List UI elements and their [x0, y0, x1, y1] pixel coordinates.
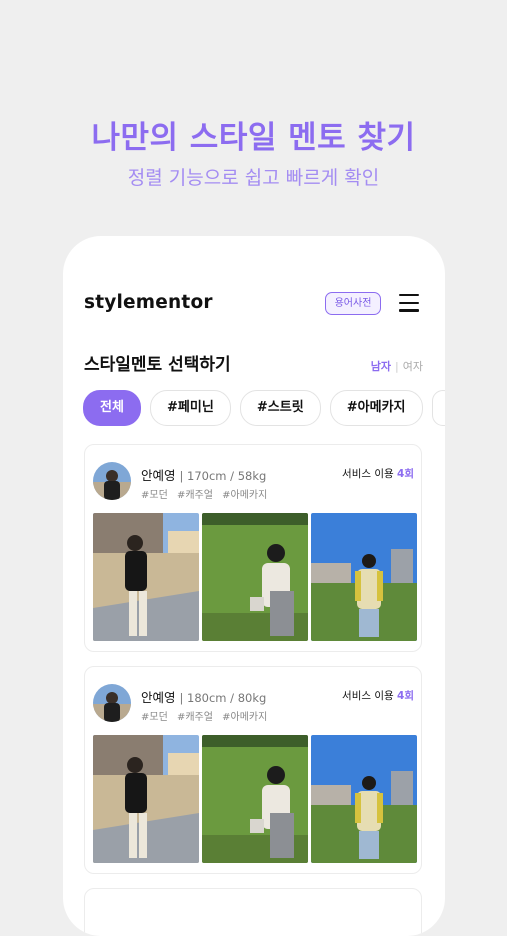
avatar: [93, 462, 131, 500]
tag: #캐주얼: [176, 490, 213, 501]
style-photo[interactable]: [93, 513, 199, 641]
chip-feminine[interactable]: #페미닌: [150, 390, 231, 426]
mentor-photos: [93, 513, 417, 641]
mentor-card[interactable]: 안예영 | 180cm / 80kg #모던 #캐주얼 #아메카지 서비스 이용…: [84, 666, 422, 874]
style-photo[interactable]: [311, 513, 417, 641]
style-photo[interactable]: [202, 735, 308, 863]
app-header: stylementor 용어사전: [84, 292, 419, 318]
gender-female-toggle[interactable]: 여자: [403, 360, 423, 373]
chip-amekaji[interactable]: #아메카지: [329, 390, 423, 426]
mentor-stats: | 180cm / 80kg: [179, 691, 267, 705]
tag: #모던: [141, 490, 168, 501]
mentor-card[interactable]: 안예영 | 170cm / 58kg #모던 #캐주얼 #아메카지 서비스 이용…: [84, 444, 422, 652]
mentor-name: 안예영: [141, 690, 176, 705]
app-logo[interactable]: stylementor: [84, 292, 213, 313]
mentor-name-line: 안예영 | 180cm / 80kg: [141, 687, 266, 706]
gender-male-toggle[interactable]: 남자: [371, 360, 391, 373]
style-photo[interactable]: [202, 513, 308, 641]
section-title: 스타일멘토 선택하기: [84, 355, 231, 375]
tag: #아메카지: [222, 712, 268, 723]
tag: #모던: [141, 712, 168, 723]
mentor-card-partial[interactable]: [84, 888, 422, 936]
chip-street[interactable]: #스트릿: [239, 390, 321, 426]
dictionary-button[interactable]: 용어사전: [325, 292, 381, 315]
mentor-photos: [93, 735, 417, 863]
mentor-name-line: 안예영 | 170cm / 58kg: [141, 465, 266, 484]
service-usage: 서비스 이용 4회: [342, 466, 414, 481]
promo-headline: 나만의 스타일 멘토 찾기: [91, 120, 416, 156]
service-count: 4회: [397, 468, 414, 480]
mentor-stats: | 170cm / 58kg: [179, 469, 267, 483]
tag: #아메카지: [222, 490, 268, 501]
promo-subline: 정렬 기능으로 쉽고 빠르게 확인: [127, 167, 380, 189]
service-label: 서비스 이용: [342, 468, 394, 480]
gender-filter: 남자 | 여자: [371, 358, 423, 374]
service-usage: 서비스 이용 4회: [342, 688, 414, 703]
hamburger-menu-icon[interactable]: [399, 294, 419, 312]
mentor-tags: #모던 #캐주얼 #아메카지: [141, 708, 273, 723]
mentor-tags: #모던 #캐주얼 #아메카지: [141, 486, 273, 501]
chip-partial[interactable]: [431, 390, 445, 426]
service-label: 서비스 이용: [342, 690, 394, 702]
style-filter-chips: 전체 #페미닌 #스트릿 #아메카지: [83, 390, 445, 426]
tag: #캐주얼: [176, 712, 213, 723]
chip-all[interactable]: 전체: [83, 390, 141, 426]
service-count: 4회: [397, 690, 414, 702]
mentor-name: 안예영: [141, 468, 176, 483]
phone-screen: stylementor 용어사전 스타일멘토 선택하기 남자 | 여자 전체 #페미…: [63, 236, 445, 936]
avatar: [93, 684, 131, 722]
style-photo[interactable]: [311, 735, 417, 863]
gender-separator: |: [395, 360, 399, 373]
style-photo[interactable]: [93, 735, 199, 863]
